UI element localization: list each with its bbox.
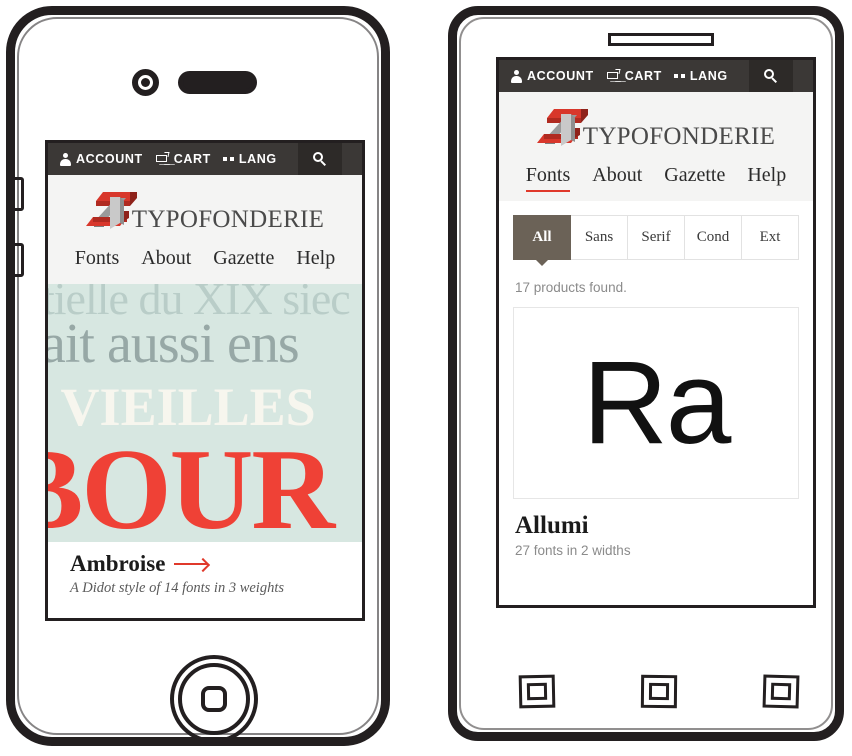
brand-zone-left: TYPOFONDERIE Fonts About Gazette Help xyxy=(48,175,362,284)
typofonderie-z-logo xyxy=(536,106,591,150)
search-icon xyxy=(312,151,328,167)
sketch-canvas: ACCOUNT CART LANG TYPOFONDERIE Fonts Abo… xyxy=(0,0,852,756)
filter-tab-ext[interactable]: Ext xyxy=(742,215,799,260)
product-meta-left: Ambroise A Didot style of 14 fonts in 3 … xyxy=(48,542,362,597)
nav-item-fonts[interactable]: Fonts xyxy=(525,164,571,192)
home-button-icon[interactable] xyxy=(170,655,258,743)
account-link[interactable]: ACCOUNT xyxy=(48,151,143,166)
product-subtitle: 27 fonts in 2 widths xyxy=(515,543,631,558)
nav-item-about[interactable]: About xyxy=(592,164,642,187)
cart-label: CART xyxy=(624,68,662,83)
product-name: Ambroise xyxy=(70,551,166,576)
utility-bar-spacer xyxy=(342,143,362,175)
arrow-right-icon xyxy=(174,563,209,565)
specimen-glyph: Ra xyxy=(582,337,732,469)
account-label: ACCOUNT xyxy=(76,151,143,166)
front-camera-icon xyxy=(132,69,159,96)
filter-tab-all[interactable]: All xyxy=(513,215,571,266)
cart-icon xyxy=(606,68,621,83)
search-button[interactable] xyxy=(298,143,342,175)
logo-lockup[interactable]: TYPOFONDERIE xyxy=(48,175,362,237)
cart-link[interactable]: CART xyxy=(143,151,211,166)
screen-right: ACCOUNT CART LANG TYPOFONDERIE Fonts Abo… xyxy=(496,57,816,608)
product-specimen-image[interactable]: ntielle du XIX siec vait aussi ens S VIE… xyxy=(48,284,362,542)
product-title-row[interactable]: Ambroise xyxy=(70,551,340,577)
square-nav-button-1[interactable] xyxy=(518,674,556,709)
person-icon xyxy=(60,152,71,166)
brand-zone-right: TYPOFONDERIE Fonts About Gazette Help xyxy=(499,92,813,201)
search-button[interactable] xyxy=(749,60,793,92)
volume-down-button[interactable] xyxy=(12,243,24,277)
cart-link[interactable]: CART xyxy=(594,68,662,83)
cart-icon xyxy=(155,151,170,166)
specimen-line-2: vait aussi ens xyxy=(48,313,300,375)
logo-lockup[interactable]: TYPOFONDERIE xyxy=(499,92,813,154)
lang-dots-icon xyxy=(222,157,234,161)
lang-label: LANG xyxy=(238,151,277,166)
nav-item-about[interactable]: About xyxy=(141,247,191,270)
main-nav-right: Fonts About Gazette Help xyxy=(499,154,813,201)
account-label: ACCOUNT xyxy=(527,68,594,83)
lang-dots-icon xyxy=(673,74,685,78)
cart-label: CART xyxy=(173,151,211,166)
screen-left: ACCOUNT CART LANG TYPOFONDERIE Fonts Abo… xyxy=(45,140,365,621)
language-link[interactable]: LANG xyxy=(662,70,728,83)
phone-mockup-left: ACCOUNT CART LANG TYPOFONDERIE Fonts Abo… xyxy=(6,6,390,746)
nav-item-gazette[interactable]: Gazette xyxy=(213,247,274,270)
product-name[interactable]: Allumi xyxy=(499,499,813,538)
lang-label: LANG xyxy=(689,68,728,83)
volume-up-button[interactable] xyxy=(12,177,24,211)
phone-mockup-right: ACCOUNT CART LANG TYPOFONDERIE Fonts Abo… xyxy=(448,6,844,741)
utility-bar-right: ACCOUNT CART LANG xyxy=(499,60,813,92)
filter-tab-sans[interactable]: Sans xyxy=(571,215,628,260)
nav-item-help[interactable]: Help xyxy=(747,164,786,187)
main-nav-left: Fonts About Gazette Help xyxy=(48,237,362,284)
nav-item-fonts[interactable]: Fonts xyxy=(75,247,119,270)
utility-bar-left: ACCOUNT CART LANG xyxy=(48,143,362,175)
language-link[interactable]: LANG xyxy=(211,153,277,166)
earpiece-speaker-icon xyxy=(608,33,714,46)
nav-item-gazette[interactable]: Gazette xyxy=(664,164,725,187)
utility-bar-spacer xyxy=(793,60,813,92)
nav-item-help[interactable]: Help xyxy=(296,247,335,270)
category-filter-tabs: All Sans Serif Cond Ext xyxy=(499,201,813,266)
filter-tab-serif[interactable]: Serif xyxy=(628,215,685,260)
product-card-specimen[interactable]: Ra xyxy=(513,307,799,499)
filter-tab-cond[interactable]: Cond xyxy=(685,215,742,260)
earpiece-speaker-icon xyxy=(178,71,257,94)
person-icon xyxy=(511,69,522,83)
account-link[interactable]: ACCOUNT xyxy=(499,68,594,83)
brand-wordmark: TYPOFONDERIE xyxy=(131,206,325,233)
square-nav-button-2[interactable] xyxy=(640,674,678,709)
brand-wordmark: TYPOFONDERIE xyxy=(582,123,776,150)
square-nav-button-3[interactable] xyxy=(762,674,800,709)
search-icon xyxy=(763,68,779,84)
product-description: A Didot style of 14 fonts in 3 weights xyxy=(70,580,285,596)
specimen-line-4: BOUR xyxy=(48,426,335,542)
typofonderie-z-logo xyxy=(85,189,140,233)
